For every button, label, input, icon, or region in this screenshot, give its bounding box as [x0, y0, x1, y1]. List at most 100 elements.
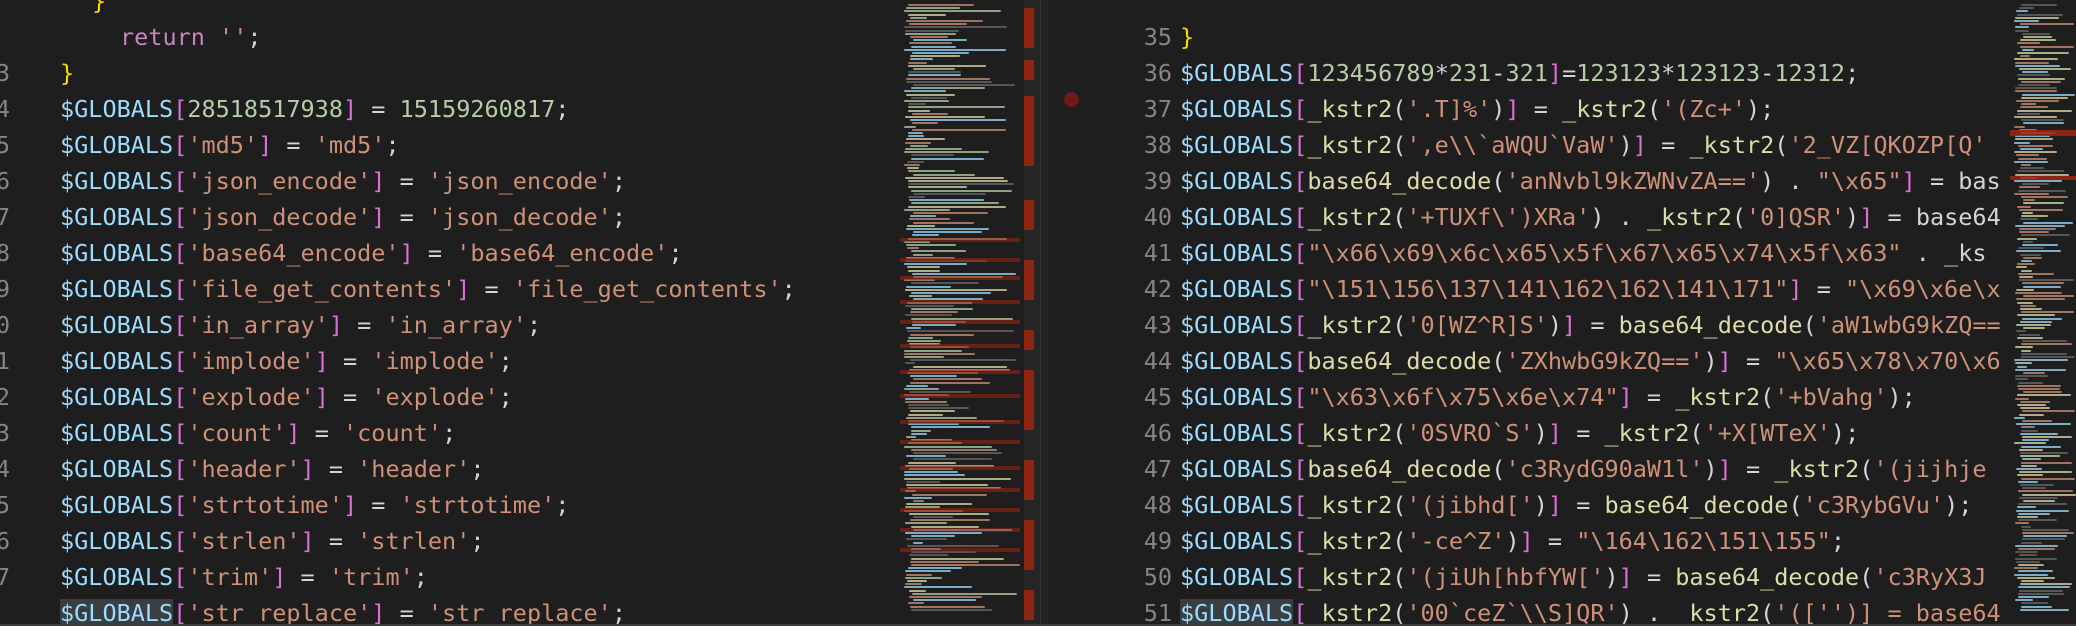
line-text[interactable]: return '';	[120, 19, 262, 55]
minimap-line	[2014, 442, 2046, 445]
minimap-line	[908, 135, 924, 138]
line-text[interactable]: $GLOBALS['str_replace'] = 'str_replace';	[60, 595, 626, 626]
breakpoint-dot[interactable]	[1064, 92, 1079, 107]
line-text[interactable]: $GLOBALS['strlen'] = 'strlen';	[60, 523, 485, 559]
line-text[interactable]: $GLOBALS['base64_encode'] = 'base64_enco…	[60, 235, 683, 271]
minimap-line	[909, 42, 952, 45]
line-text[interactable]: $GLOBALS['in_array'] = 'in_array';	[60, 307, 541, 343]
line-number[interactable]: 36	[1092, 55, 1172, 91]
line-text[interactable]: $GLOBALS['file_get_contents'] = 'file_ge…	[60, 271, 796, 307]
line-number[interactable]: 7	[0, 199, 10, 235]
minimap-line	[2022, 212, 2033, 214]
minimap-line	[913, 212, 988, 214]
minimap-line	[910, 519, 990, 522]
line-number[interactable]: 5	[0, 127, 10, 163]
line-number[interactable]: 43	[1092, 307, 1172, 343]
line-text[interactable]: $GLOBALS[_kstr2('+TUXf\')XRa') . _kstr2(…	[1180, 199, 2001, 235]
line-number[interactable]: 49	[1092, 523, 1172, 559]
minimap-line	[2015, 375, 2048, 378]
line-text[interactable]: $GLOBALS[base64_decode('anNvbl9kZWNvZA==…	[1180, 163, 2001, 199]
minimap-line	[2019, 7, 2034, 10]
minimap-line	[911, 282, 979, 285]
minimap-line	[2014, 359, 2068, 362]
minimap-line	[2021, 605, 2052, 608]
minimap-line	[907, 580, 927, 582]
line-number[interactable]: 2	[0, 379, 10, 415]
line-number[interactable]: 41	[1092, 235, 1172, 271]
right-minimap[interactable]	[2010, 0, 2076, 626]
left-minimap[interactable]	[900, 0, 1020, 626]
diff-marker	[1024, 200, 1034, 230]
line-text[interactable]: $GLOBALS['explode'] = 'explode';	[60, 379, 513, 415]
line-number[interactable]: 1	[0, 343, 10, 379]
line-text[interactable]: $GLOBALS['json_encode'] = 'json_encode';	[60, 163, 626, 199]
line-text[interactable]: $GLOBALS[_kstr2('(jibhd[')] = base64_dec…	[1180, 487, 1972, 523]
line-number[interactable]: 5	[0, 487, 10, 523]
line-text[interactable]: $GLOBALS[_kstr2('00`ceZ`\\S]QR') . _kstr…	[1180, 595, 2001, 626]
line-text[interactable]: $GLOBALS["\x63\x6f\x75\x6e\x74"] = _kstr…	[1180, 379, 1916, 415]
line-text[interactable]: $GLOBALS['implode'] = 'implode';	[60, 343, 513, 379]
line-number[interactable]: 42	[1092, 271, 1172, 307]
line-text[interactable]: $GLOBALS[123456789*231-321]=123123*12312…	[1180, 55, 1859, 91]
minimap-line	[906, 20, 983, 22]
line-text[interactable]: $GLOBALS[_kstr2('(jiUh[hbfYW[')] = base6…	[1180, 559, 1987, 595]
line-text[interactable]: $GLOBALS[base64_decode('c3RydG90aW1l')] …	[1180, 451, 1987, 487]
left-overview-ruler[interactable]	[1024, 0, 1040, 626]
line-number[interactable]: 0	[0, 307, 10, 343]
minimap-line	[905, 176, 1004, 179]
line-number[interactable]: 47	[1092, 451, 1172, 487]
minimap-line	[2016, 266, 2027, 269]
line-text[interactable]: $GLOBALS['md5'] = 'md5';	[60, 127, 400, 163]
minimap-line	[2021, 461, 2072, 464]
minimap-line	[905, 32, 956, 35]
line-number[interactable]: 4	[0, 91, 10, 127]
minimap-line	[2019, 279, 2074, 282]
line-text[interactable]: }	[1180, 19, 1194, 55]
line-text[interactable]: $GLOBALS['json_decode'] = 'json_decode';	[60, 199, 626, 235]
line-number[interactable]: 7	[0, 559, 10, 595]
line-number[interactable]: 39	[1092, 163, 1172, 199]
line-number[interactable]: 38	[1092, 127, 1172, 163]
line-number[interactable]: 9	[0, 271, 10, 307]
minimap-line	[2023, 391, 2062, 394]
line-text[interactable]: $GLOBALS[_kstr2('-ce^Z')] = "\164\162\15…	[1180, 523, 1845, 559]
line-text[interactable]: $GLOBALS[_kstr2('0[WZ^R]S')] = base64_de…	[1180, 307, 2001, 343]
diff-band	[900, 508, 1020, 512]
minimap-line	[2023, 500, 2055, 502]
left-editor-pane[interactable]: } return ''; 3} 4 $GLOBALS[28518517938] = 15…	[0, 0, 1040, 626]
line-number[interactable]: 40	[1092, 199, 1172, 235]
line-text[interactable]: $GLOBALS[_kstr2('0SVRO`S')] = _kstr2('+X…	[1180, 415, 1859, 451]
line-text[interactable]: $GLOBALS["\x66\x69\x6c\x65\x5f\x67\x65\x…	[1180, 235, 1987, 271]
line-text[interactable]: $GLOBALS[base64_decode('ZXhwbG9kZQ==')] …	[1180, 343, 2001, 379]
line-number[interactable]: 3	[0, 55, 10, 91]
minimap-line	[2015, 16, 2059, 19]
line-number[interactable]: 50	[1092, 559, 1172, 595]
line-number[interactable]: 45	[1092, 379, 1172, 415]
line-number[interactable]: 37	[1092, 91, 1172, 127]
line-number[interactable]: 6	[0, 523, 10, 559]
line-number[interactable]: 8	[0, 235, 10, 271]
line-number[interactable]: 51	[1092, 595, 1172, 626]
line-number[interactable]: 6	[0, 163, 10, 199]
line-text[interactable]: $GLOBALS[_kstr2(',e\\`aWQU`VaW')] = _kst…	[1180, 127, 1987, 163]
line-text[interactable]: $GLOBALS["\151\156\137\141\162\162\141\1…	[1180, 271, 2001, 307]
line-number[interactable]: 3	[0, 415, 10, 451]
right-editor-pane[interactable]: 35} 36 $GLOBALS[123456789*231-321]=123123*…	[1048, 0, 2076, 626]
line-number[interactable]: 35	[1092, 19, 1172, 55]
line-text[interactable]: }	[60, 55, 74, 91]
minimap-line	[908, 109, 930, 112]
line-text[interactable]: $GLOBALS['strtotime'] = 'strtotime';	[60, 487, 569, 523]
line-number[interactable]: 48	[1092, 487, 1172, 523]
line-text[interactable]: $GLOBALS['trim'] = 'trim';	[60, 559, 428, 595]
line-number[interactable]: 46	[1092, 415, 1172, 451]
line-number[interactable]: 44	[1092, 343, 1172, 379]
minimap-line	[2020, 218, 2038, 221]
line-text[interactable]: $GLOBALS['count'] = 'count';	[60, 415, 456, 451]
line-text[interactable]: $GLOBALS['header'] = 'header';	[60, 451, 485, 487]
minimap-line	[913, 599, 976, 602]
line-text[interactable]: $GLOBALS[28518517938] = 15159260817;	[60, 91, 569, 127]
diff-band	[900, 258, 1020, 262]
line-text[interactable]: }	[92, 0, 106, 19]
line-number[interactable]: 4	[0, 451, 10, 487]
line-text[interactable]: $GLOBALS[_kstr2('.T]%')] = _kstr2('(Zc+'…	[1180, 91, 1774, 127]
